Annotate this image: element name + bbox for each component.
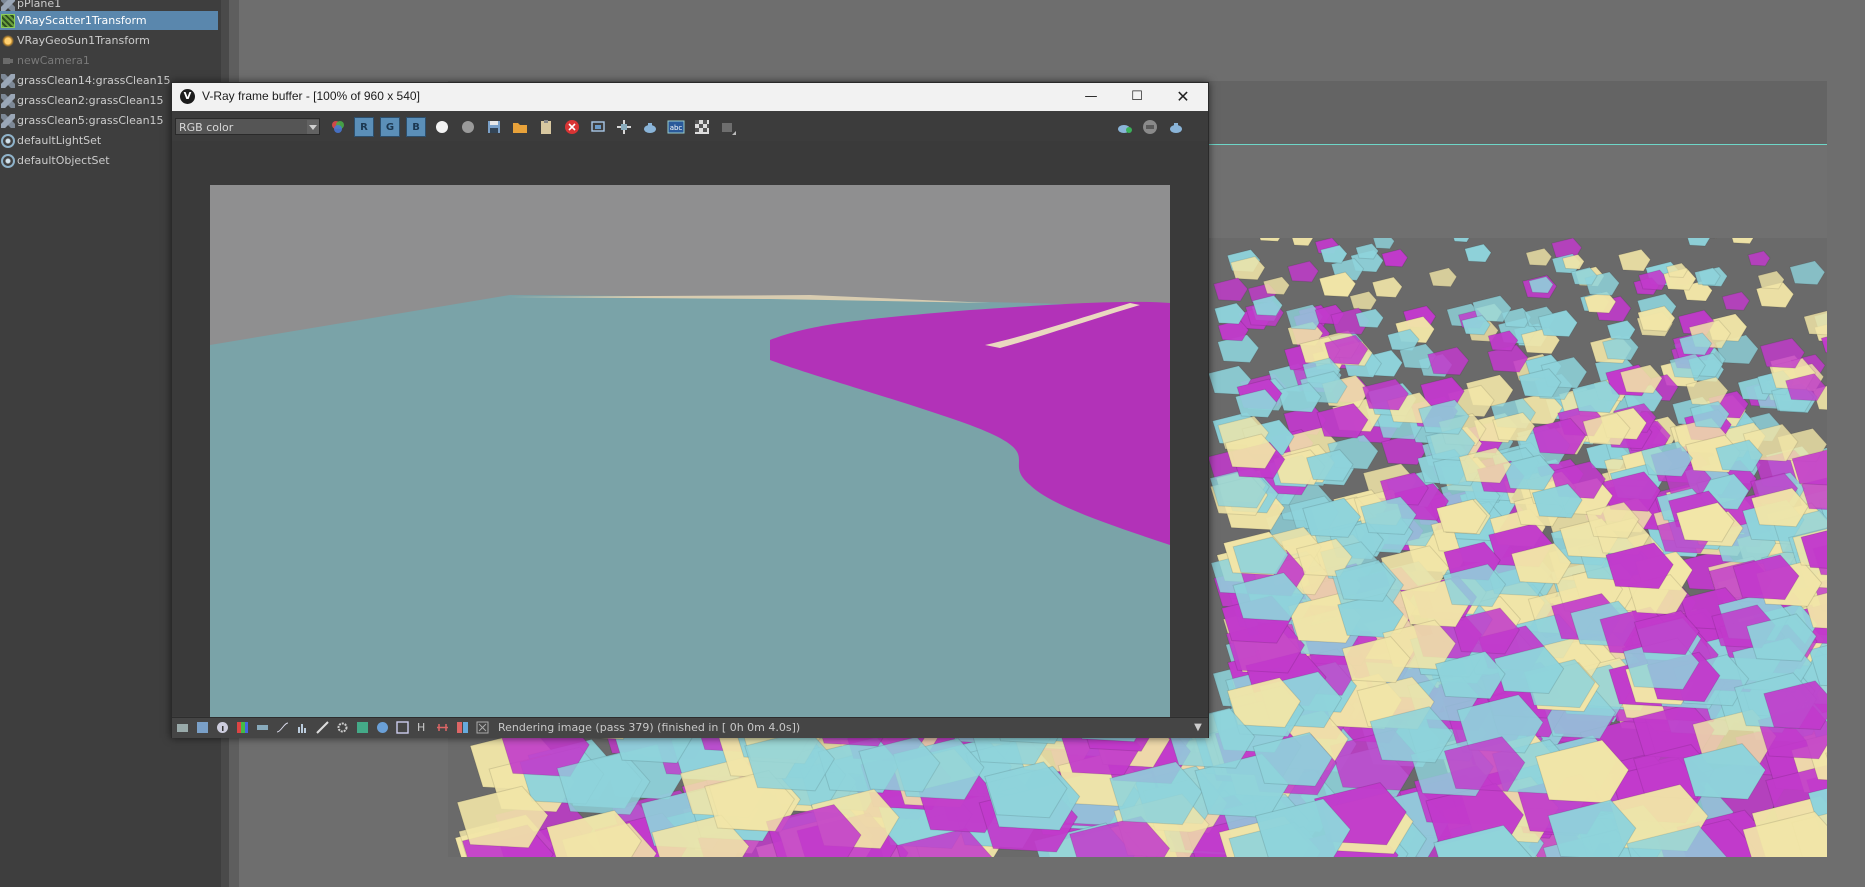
- close-button[interactable]: ✕: [1160, 83, 1206, 111]
- mesh-icon: [1, 93, 15, 108]
- set-icon: [1, 133, 15, 148]
- render-status-text: Rendering image (pass 379) (finished in …: [498, 721, 801, 734]
- levels-icon[interactable]: [256, 721, 269, 734]
- outliner-item-label: VRayScatter1Transform: [17, 14, 147, 27]
- scatter-tile: [1372, 238, 1395, 250]
- mesh-icon: [1, 73, 15, 88]
- render-teapot-icon[interactable]: [1166, 117, 1186, 137]
- outliner-item-label: VRayGeoSun1Transform: [17, 34, 150, 47]
- scatter-grid-icon: [1, 13, 15, 28]
- color-correction-icon[interactable]: [236, 721, 249, 734]
- compare-icon[interactable]: [436, 721, 449, 734]
- checker-background-icon[interactable]: [692, 117, 712, 137]
- alpha-white-icon[interactable]: [432, 117, 452, 137]
- maximize-button[interactable]: ☐: [1114, 83, 1160, 111]
- outliner-item-newcamera[interactable]: newCamera1: [0, 51, 218, 70]
- red-channel-button[interactable]: R: [354, 117, 374, 137]
- outliner-item-label: defaultLightSet: [17, 134, 102, 147]
- channel-select-value: RGB color: [179, 121, 234, 134]
- frame-icon[interactable]: [396, 721, 409, 734]
- outliner-item-label: newCamera1: [17, 54, 90, 67]
- info-icon[interactable]: [216, 721, 229, 734]
- color-channels-icon[interactable]: [328, 117, 348, 137]
- outliner-item-vraygeosun[interactable]: VRayGeoSun1Transform: [0, 31, 218, 50]
- region-render-icon[interactable]: [588, 117, 608, 137]
- h-toggle-button[interactable]: H: [417, 721, 430, 734]
- history-icon[interactable]: [196, 721, 209, 734]
- histogram-icon[interactable]: [296, 721, 309, 734]
- exposure-icon[interactable]: [316, 721, 329, 734]
- interactive-render-icon[interactable]: [1114, 117, 1134, 137]
- settings-gear-icon[interactable]: [336, 721, 349, 734]
- green-channel-button[interactable]: G: [380, 117, 400, 137]
- lut-icon[interactable]: [376, 721, 389, 734]
- mesh-icon: [1, 0, 15, 11]
- stop-render-icon[interactable]: [562, 117, 582, 137]
- sun-icon: [1, 33, 15, 48]
- outliner-item-label: pPlane1: [17, 0, 62, 10]
- outliner-item-label: grassClean14:grassClean15: [17, 74, 171, 87]
- lens-effects-icon[interactable]: [718, 117, 738, 137]
- save-image-icon[interactable]: [484, 117, 504, 137]
- track-mouse-icon[interactable]: [614, 117, 634, 137]
- ab-compare-icon[interactable]: [456, 721, 469, 734]
- vfb-statusbar: H Rendering image (pass 379) (finished i…: [172, 717, 1208, 738]
- clear-icon[interactable]: [476, 721, 489, 734]
- channel-select[interactable]: RGB color: [175, 118, 320, 135]
- mesh-icon: [1, 113, 15, 128]
- vfb-titlebar[interactable]: V V-Ray frame buffer - [100% of 960 x 54…: [172, 83, 1208, 111]
- monochrome-icon[interactable]: [458, 117, 478, 137]
- expand-panel-icon[interactable]: ▼: [1191, 721, 1205, 735]
- set-icon: [1, 153, 15, 168]
- outliner-item-label: grassClean2:grassClean15: [17, 94, 164, 107]
- image-icon[interactable]: [356, 721, 369, 734]
- render-last-icon[interactable]: [1140, 117, 1160, 137]
- outliner-item-label: defaultObjectSet: [17, 154, 110, 167]
- minimize-button[interactable]: —: [1068, 83, 1114, 111]
- outliner-item-vrayscatter[interactable]: VRayScatter1Transform: [0, 11, 218, 30]
- folder-icon[interactable]: [176, 721, 189, 734]
- vray-logo-icon: V: [180, 89, 195, 104]
- chevron-down-icon: [307, 120, 319, 134]
- render-teapot-icon[interactable]: [640, 117, 660, 137]
- viewport-horizon-line: [1208, 144, 1827, 145]
- outliner-item-label: grassClean5:grassClean15: [17, 114, 164, 127]
- load-image-icon[interactable]: [510, 117, 530, 137]
- frame-stamp-icon[interactable]: abc: [666, 117, 686, 137]
- camera-icon: [1, 53, 15, 68]
- vfb-title: V-Ray frame buffer - [100% of 960 x 540]: [202, 89, 420, 103]
- vray-frame-buffer-window[interactable]: V V-Ray frame buffer - [100% of 960 x 54…: [171, 82, 1209, 738]
- curve-icon[interactable]: [276, 721, 289, 734]
- svg-text:abc: abc: [670, 124, 683, 132]
- blue-channel-button[interactable]: B: [406, 117, 426, 137]
- clipboard-icon[interactable]: [536, 117, 556, 137]
- rendered-image[interactable]: [210, 185, 1170, 725]
